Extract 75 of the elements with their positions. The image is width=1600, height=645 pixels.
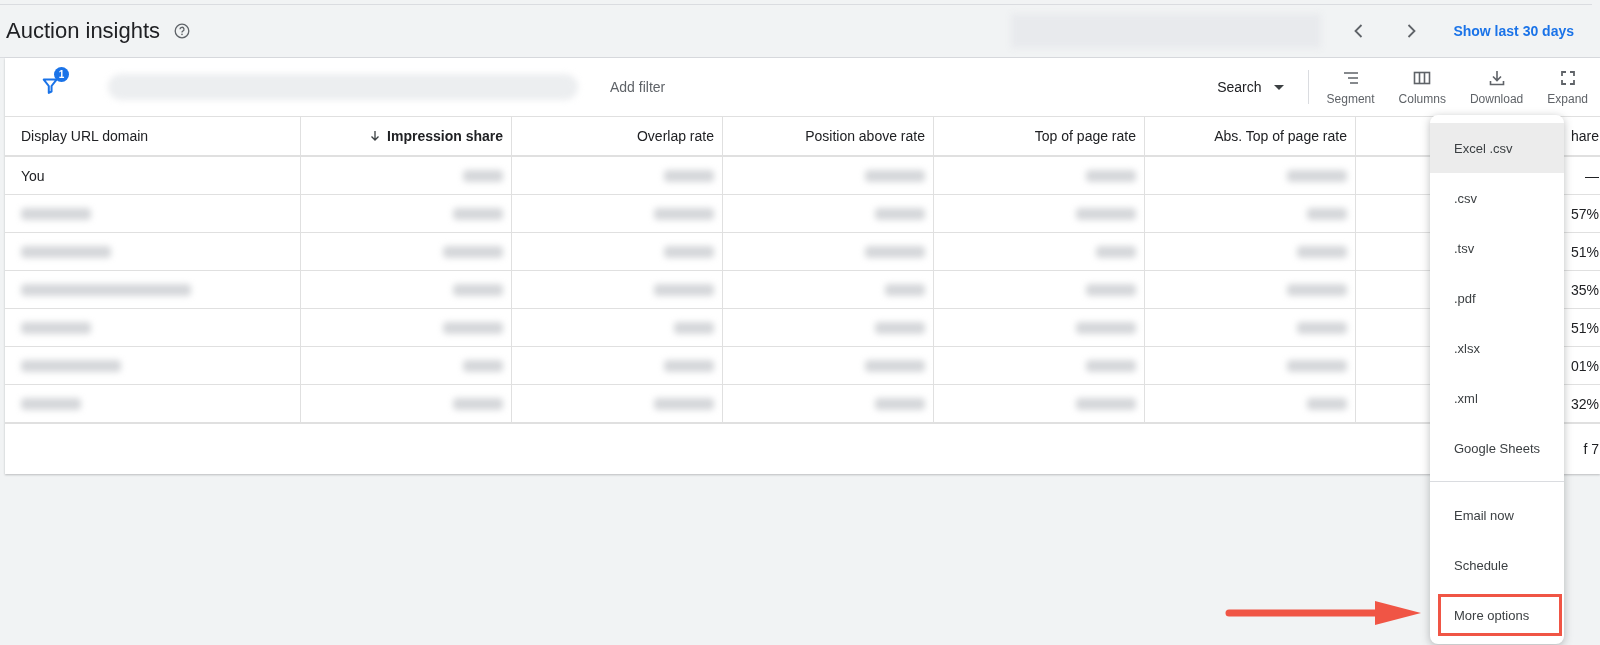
blurred-value <box>865 169 925 182</box>
help-icon[interactable] <box>174 23 191 39</box>
column-header[interactable]: Top of page rate <box>934 117 1145 155</box>
page-title: Auction insights <box>6 18 161 44</box>
blurred-domain <box>21 321 91 334</box>
blurred-value <box>664 245 714 258</box>
menu-item[interactable]: .xml <box>1430 373 1564 423</box>
blurred-value <box>885 283 925 296</box>
columns-button[interactable]: Columns <box>1392 64 1452 110</box>
table-cell: 35% <box>1570 281 1599 298</box>
table-cell: 57% <box>1570 205 1599 222</box>
blurred-value <box>654 283 714 296</box>
blurred-value <box>1287 283 1347 296</box>
add-filter-button[interactable]: Add filter <box>606 73 670 101</box>
blurred-value <box>664 359 714 372</box>
blurred-value <box>453 283 503 296</box>
blurred-value <box>1287 359 1347 372</box>
filter-count-badge: 1 <box>54 67 69 82</box>
caret-icon <box>1273 84 1284 90</box>
blurred-value <box>865 359 925 372</box>
show-last-30-days-link[interactable]: Show last 30 days <box>1453 23 1574 39</box>
blurred-value <box>654 397 714 410</box>
blurred-value <box>1287 169 1347 182</box>
sort-arrow-icon <box>369 130 382 142</box>
menu-item[interactable]: Excel .csv <box>1430 123 1564 173</box>
menu-item[interactable]: .xlsx <box>1430 323 1564 373</box>
blurred-value <box>1076 321 1136 334</box>
menu-item[interactable]: Schedule <box>1430 540 1564 590</box>
download-button[interactable]: Download <box>1463 64 1530 110</box>
blurred-value <box>1096 245 1136 258</box>
blurred-value <box>1086 359 1136 372</box>
segment-button[interactable]: Segment <box>1320 64 1381 110</box>
table-cell: 51% <box>1570 243 1599 260</box>
blurred-value <box>1086 169 1136 182</box>
blurred-value <box>463 169 503 182</box>
column-header[interactable]: Position above rate <box>723 117 934 155</box>
blurred-value <box>664 169 714 182</box>
menu-item[interactable]: .csv <box>1430 173 1564 223</box>
blurred-value <box>1297 321 1347 334</box>
menu-item[interactable]: Email now <box>1430 490 1564 540</box>
blurred-value <box>674 321 714 334</box>
blurred-value <box>463 359 503 372</box>
blurred-domain <box>21 397 81 410</box>
blurred-value <box>875 321 925 334</box>
search-dropdown[interactable]: Search <box>1213 73 1288 101</box>
column-header[interactable]: Abs. Top of page rate <box>1145 117 1356 155</box>
blurred-value <box>875 397 925 410</box>
blurred-value <box>654 207 714 220</box>
blurred-value <box>1307 397 1347 410</box>
menu-item[interactable]: More options <box>1438 594 1562 636</box>
table-cell: You <box>21 167 45 184</box>
blurred-value <box>1086 283 1136 296</box>
blurred-value <box>443 321 503 334</box>
column-header[interactable]: Overlap rate <box>512 117 723 155</box>
blurred-value <box>1297 245 1347 258</box>
blurred-value <box>875 207 925 220</box>
blurred-value <box>1307 207 1347 220</box>
table-cell: 01% <box>1570 357 1599 374</box>
menu-item[interactable]: .tsv <box>1430 223 1564 273</box>
blurred-domain <box>21 207 91 220</box>
expand-button[interactable]: Expand <box>1541 64 1594 110</box>
table-cell: 32% <box>1570 395 1599 412</box>
table-cell: — <box>1585 167 1599 184</box>
column-header[interactable]: Impression share <box>301 117 512 155</box>
blurred-value <box>453 207 503 220</box>
blurred-value <box>453 397 503 410</box>
blurred-value <box>443 245 503 258</box>
blurred-value <box>865 245 925 258</box>
blurred-value <box>1076 207 1136 220</box>
table-cell: 51% <box>1570 319 1599 336</box>
blurred-value <box>1076 397 1136 410</box>
column-header[interactable]: Display URL domain <box>5 117 301 155</box>
menu-item[interactable]: .pdf <box>1430 273 1564 323</box>
menu-item[interactable]: Google Sheets <box>1430 423 1564 473</box>
pagination-text: f 7 <box>1583 441 1599 457</box>
